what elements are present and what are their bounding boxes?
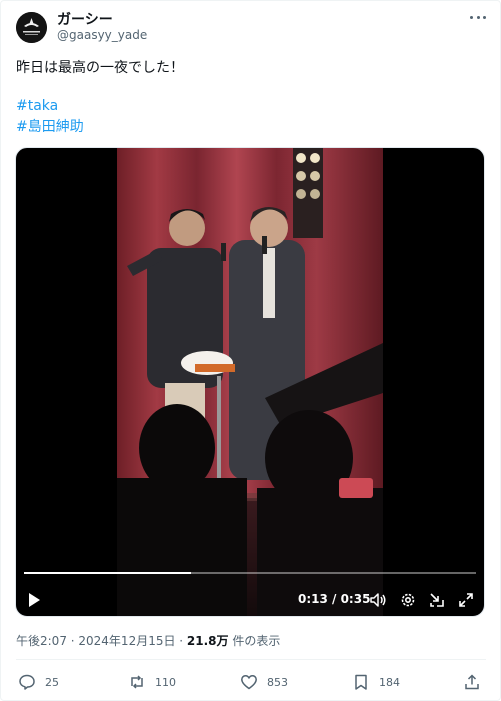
- author-display-name[interactable]: ガーシー: [57, 9, 113, 29]
- video-still-image: [117, 148, 383, 616]
- video-player[interactable]: 0:13 / 0:35: [15, 147, 485, 617]
- pop-out-icon[interactable]: [427, 590, 447, 610]
- video-progress-fill: [24, 572, 192, 574]
- repost-button[interactable]: 110: [128, 671, 176, 693]
- views-count: 21.8万: [186, 634, 229, 648]
- share-button[interactable]: [463, 671, 490, 693]
- share-icon: [465, 674, 479, 690]
- settings-gear-icon[interactable]: [398, 590, 418, 610]
- more-options-icon[interactable]: [470, 11, 486, 23]
- repost-count: 110: [155, 675, 176, 689]
- like-button[interactable]: 853: [240, 671, 288, 693]
- bookmark-count: 184: [379, 675, 400, 689]
- play-icon[interactable]: [24, 590, 44, 610]
- reply-icon: [19, 674, 35, 690]
- author-avatar[interactable]: [16, 12, 47, 43]
- bookmark-button[interactable]: 184: [352, 671, 400, 693]
- repost-icon: [131, 675, 143, 689]
- post-text: 昨日は最高の一夜でした！: [16, 60, 184, 76]
- video-time-display: 0:13 / 0:35: [298, 592, 371, 606]
- post-timestamp[interactable]: 午後2:07 · 2024年12月15日 ·: [16, 634, 187, 648]
- hashtag-link[interactable]: #taka: [16, 96, 58, 116]
- like-count: 853: [267, 675, 288, 689]
- fullscreen-icon[interactable]: [456, 590, 476, 610]
- tweet-card: ガーシー @gaasyy_yade 昨日は最高の一夜でした！ #taka #島田…: [0, 0, 501, 701]
- divider: [16, 659, 486, 660]
- reply-button[interactable]: 25: [18, 671, 59, 693]
- hashtag-link[interactable]: #島田紳助: [16, 117, 84, 137]
- views-label: 件の表示: [228, 634, 281, 648]
- video-frame[interactable]: [117, 148, 383, 616]
- bookmark-icon: [355, 674, 367, 690]
- heart-icon: [241, 675, 257, 690]
- reply-count: 25: [45, 675, 59, 689]
- volume-icon[interactable]: [368, 590, 388, 610]
- logo-avatar-icon: [16, 12, 47, 43]
- post-meta: 午後2:07 · 2024年12月15日 · 21.8万 件の表示: [16, 632, 280, 649]
- author-handle[interactable]: @gaasyy_yade: [57, 28, 147, 42]
- video-progress-bar[interactable]: [24, 572, 476, 574]
